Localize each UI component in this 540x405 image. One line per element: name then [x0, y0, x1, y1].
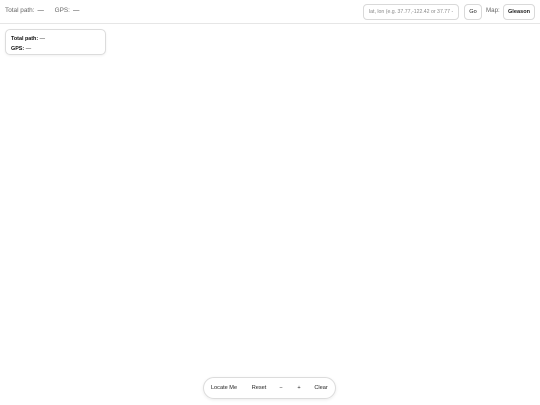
total-path-value: —: [37, 7, 44, 14]
top-toolbar: Total path:— GPS:— Go Map: Gleason: [0, 0, 540, 24]
info-total-path-value: —: [39, 36, 46, 42]
go-button[interactable]: Go: [464, 4, 482, 20]
info-total-path-row: Total path: —: [11, 34, 100, 44]
zoom-out-button[interactable]: −: [277, 378, 285, 398]
info-gps-label: GPS:: [11, 46, 25, 52]
clear-button[interactable]: Clear: [312, 378, 330, 398]
map-label: Map:: [486, 7, 500, 14]
reset-button[interactable]: Reset: [248, 378, 270, 398]
info-gps-value: —: [25, 46, 32, 52]
locate-me-button[interactable]: Locate Me: [210, 378, 238, 398]
total-path-label: Total path:: [5, 7, 35, 14]
gps-label: GPS:: [54, 7, 70, 14]
zoom-in-button[interactable]: +: [295, 378, 303, 398]
info-card: Total path: — GPS: —: [5, 29, 106, 55]
total-path-stat: Total path: —: [5, 7, 44, 14]
info-gps-row: GPS: —: [11, 44, 100, 54]
map-select-button[interactable]: Gleason: [503, 4, 535, 20]
gps-value: —: [72, 7, 80, 14]
map-controls-bar: Locate Me Reset − + Clear: [203, 377, 336, 399]
latlon-input[interactable]: [363, 4, 459, 20]
info-total-path-label: Total path:: [11, 36, 39, 42]
top-stats: Total path: — GPS: —: [5, 7, 88, 14]
gps-stat: GPS: —: [55, 7, 80, 14]
